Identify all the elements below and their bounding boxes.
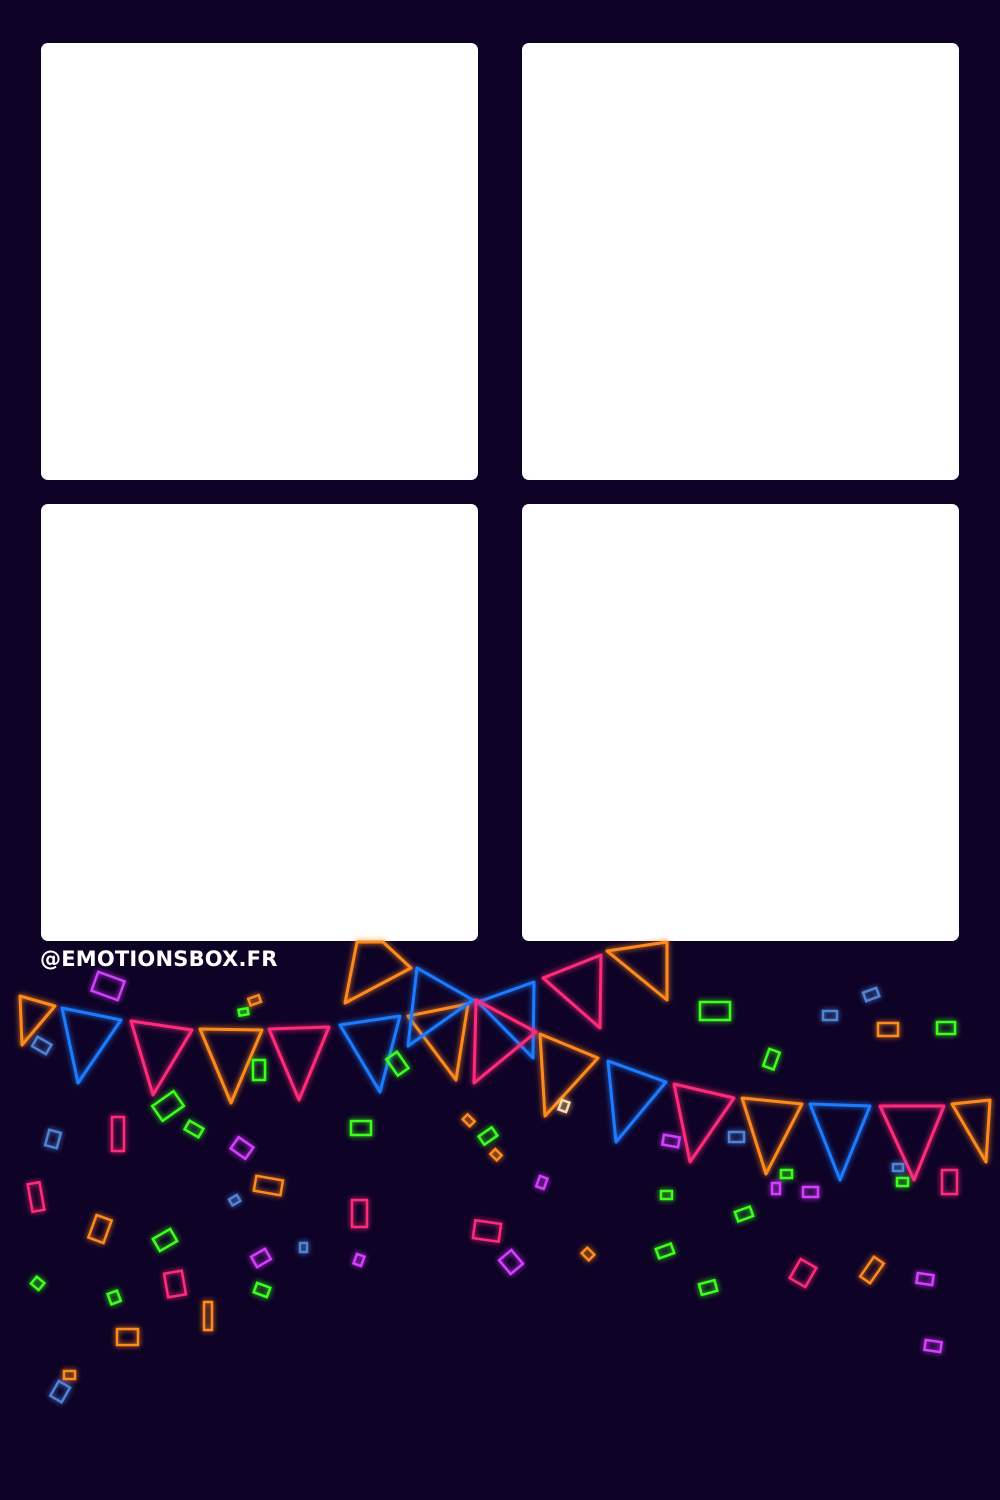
confetti-piece — [105, 1288, 123, 1306]
confetti-piece — [298, 1241, 309, 1254]
confetti-piece — [349, 1119, 373, 1137]
confetti-piece — [891, 1162, 905, 1173]
confetti-piece — [246, 993, 263, 1008]
confetti-piece — [733, 1204, 755, 1224]
photo-slot-4 — [522, 504, 959, 941]
pennant-flag — [541, 953, 603, 1030]
pennant-flag — [878, 1104, 946, 1182]
confetti-piece — [351, 1252, 367, 1268]
pennant-flag — [606, 1059, 668, 1144]
pennant-flag — [472, 998, 538, 1085]
confetti-piece — [698, 1000, 732, 1022]
confetti-piece — [876, 1021, 900, 1038]
confetti-piece — [556, 1098, 572, 1114]
confetti-piece — [801, 1185, 820, 1199]
confetti-piece — [227, 1193, 243, 1208]
pennant-flag — [672, 1082, 736, 1164]
confetti-piece — [821, 1009, 839, 1022]
pennant-flag — [740, 1096, 804, 1176]
confetti-piece — [237, 1006, 250, 1018]
confetti-piece — [182, 1118, 206, 1140]
confetti-piece — [228, 1135, 256, 1161]
pennant-flag — [60, 1006, 123, 1085]
confetti-piece — [940, 1168, 959, 1196]
bunting-garland-right — [343, 940, 992, 1182]
confetti-piece — [697, 1278, 719, 1297]
photo-slot-2 — [522, 43, 959, 480]
confetti-piece — [914, 1271, 936, 1287]
confetti-piece — [922, 1338, 944, 1354]
confetti — [26, 970, 959, 1405]
pennant-flag — [343, 940, 413, 1005]
pennant-flag — [538, 1032, 600, 1118]
confetti-piece — [727, 1130, 746, 1144]
confetti-piece — [151, 1227, 179, 1253]
confetti-piece — [202, 1300, 214, 1332]
confetti-piece — [252, 1174, 285, 1197]
confetti-piece — [471, 1218, 503, 1244]
confetti-piece — [497, 1248, 525, 1276]
confetti-piece — [350, 1198, 369, 1229]
pennant-flag — [605, 940, 669, 1002]
confetti-piece — [460, 1112, 477, 1129]
brand-handle: @EMOTIONSBOX.FR — [40, 947, 278, 971]
confetti-piece — [935, 1020, 957, 1036]
confetti-piece — [30, 1034, 54, 1056]
pennant-flag — [950, 1098, 992, 1164]
confetti-piece — [89, 970, 127, 1002]
confetti-piece — [779, 1168, 794, 1180]
confetti-piece — [48, 1379, 72, 1405]
confetti-piece — [660, 1133, 682, 1149]
confetti-piece — [29, 1274, 47, 1292]
confetti-piece — [110, 1115, 126, 1153]
confetti-piece — [150, 1089, 186, 1123]
confetti-piece — [579, 1245, 597, 1263]
confetti-piece — [770, 1181, 782, 1196]
pennant-flag — [338, 1014, 402, 1094]
pennant-flag — [406, 966, 475, 1048]
pennant-flag — [406, 1002, 470, 1082]
pennant-flag — [808, 1102, 872, 1182]
confetti-piece — [488, 1147, 504, 1163]
photo-slot-3 — [41, 504, 478, 941]
confetti-piece — [249, 1247, 273, 1269]
photo-slot-1 — [41, 43, 478, 480]
confetti-piece — [43, 1128, 63, 1150]
confetti-piece — [252, 1281, 272, 1299]
confetti-piece — [761, 1047, 782, 1072]
confetti-piece — [251, 1058, 267, 1082]
confetti-piece — [858, 1254, 886, 1286]
pennant-flag — [267, 1025, 331, 1102]
pennant-flag — [198, 1027, 264, 1105]
pennant-flag — [18, 994, 57, 1047]
confetti-piece — [654, 1241, 676, 1261]
confetti-piece — [162, 1269, 188, 1299]
confetti-piece — [115, 1327, 140, 1347]
pennant-flag — [476, 980, 536, 1060]
confetti-piece — [86, 1213, 114, 1245]
confetti-piece — [62, 1369, 77, 1381]
confetti-piece — [659, 1189, 674, 1201]
confetti-piece — [787, 1257, 819, 1289]
confetti-piece — [384, 1050, 411, 1078]
photobooth-template: @EMOTIONSBOX.FR — [0, 0, 1000, 1500]
confetti-piece — [895, 1176, 910, 1188]
confetti-piece — [861, 986, 881, 1003]
confetti-piece — [534, 1174, 550, 1191]
confetti-piece — [476, 1125, 500, 1147]
pennant-flag — [129, 1019, 194, 1097]
confetti-piece — [26, 1180, 46, 1214]
